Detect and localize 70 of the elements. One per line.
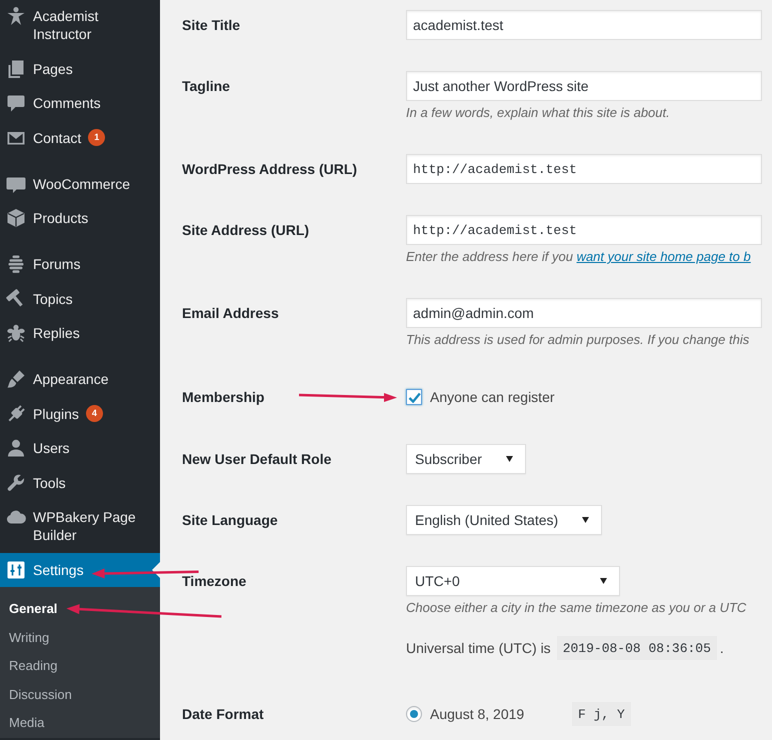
field-label: Site Language <box>182 511 278 530</box>
field-description: In a few words, explain what this site is about. <box>406 104 671 122</box>
format-code: F j, Y <box>572 702 631 726</box>
menu-item[interactable]: Users <box>0 431 160 466</box>
radio-label: August 8, 2019 <box>430 704 526 724</box>
field-label: Timezone <box>182 572 246 591</box>
count-badge: 4 <box>86 405 103 422</box>
count-badge: 1 <box>88 129 106 146</box>
submenu-item[interactable]: General <box>0 595 160 624</box>
field-description: This address is used for admin purposes. If you change this <box>406 331 750 349</box>
submenu-item[interactable]: Discussion <box>0 680 160 709</box>
figure-icon <box>6 6 26 26</box>
settings-icon <box>6 560 26 580</box>
radio-button[interactable] <box>406 706 422 722</box>
brush-icon <box>6 369 26 390</box>
menu-item[interactable]: Comments <box>0 86 160 120</box>
menu-item[interactable]: WooCommerce <box>0 166 160 201</box>
dropdown-caret-icon <box>506 456 513 462</box>
menu-item[interactable]: Topics <box>0 282 160 316</box>
plug-icon <box>6 404 26 424</box>
bug-icon <box>6 323 26 344</box>
dropdown[interactable]: English (United States) <box>406 505 602 535</box>
field-label: Date Format <box>182 705 264 724</box>
dropdown[interactable]: UTC+0 <box>406 566 620 596</box>
pages-icon <box>6 58 26 79</box>
submenu-item[interactable]: Reading <box>0 652 160 680</box>
field-description: Choose either a city in the same timezone as you or a UTC <box>406 599 748 617</box>
checkmark-icon <box>408 392 420 402</box>
checkbox[interactable] <box>406 389 422 405</box>
hive-icon <box>6 254 26 274</box>
menu-item[interactable]: Replies <box>0 316 160 350</box>
menu-item[interactable]: Tools <box>0 466 160 500</box>
menu-item[interactable]: Products <box>0 201 160 236</box>
menu-item[interactable]: Forums <box>0 247 160 282</box>
checkbox-label: Anyone can register <box>430 388 555 407</box>
field-label: Email Address <box>182 304 279 323</box>
user-icon <box>6 438 26 458</box>
field-label: Site Address (URL) <box>182 221 310 240</box>
menu-item[interactable]: Plugins 4 <box>0 396 160 431</box>
field-label: WordPress Address (URL) <box>182 160 358 179</box>
sentence-period: . <box>720 639 724 658</box>
url-field[interactable]: http://academist.test <box>406 215 762 245</box>
radio-dot-icon <box>410 710 418 718</box>
comment-icon <box>6 93 26 114</box>
text-field[interactable]: academist.test <box>406 10 762 40</box>
menu-pointer-icon <box>152 562 160 578</box>
menu-item[interactable]: Appearance <box>0 362 160 396</box>
dropdown[interactable]: Subscriber <box>406 444 526 474</box>
submenu-item[interactable]: Writing <box>0 624 160 652</box>
dropdown-caret-icon <box>600 578 607 584</box>
field-label: Tagline <box>182 77 230 96</box>
url-field[interactable]: http://academist.test <box>406 154 762 184</box>
menu-item[interactable]: Pages <box>0 52 160 86</box>
utc-time-label: Universal time (UTC) is <box>406 639 551 658</box>
wrench-icon <box>6 472 26 493</box>
cube-icon <box>6 208 26 228</box>
menu-item[interactable]: Settings <box>0 552 160 587</box>
submenu-item[interactable]: Media <box>0 709 160 738</box>
field-label: New User Default Role <box>182 450 332 469</box>
menu-item[interactable]: Academist Instructor <box>0 0 160 52</box>
field-description: Enter the address here if you want your site home page to b <box>406 248 752 266</box>
utc-time-value: 2019-08-08 08:36:05 <box>556 636 717 660</box>
text-field[interactable]: Just another WordPress site <box>406 71 762 101</box>
email-field[interactable]: admin@admin.com <box>406 298 762 328</box>
menu-item[interactable]: WPBakery Page Builder <box>0 500 160 552</box>
help-link[interactable]: want your site home page to b <box>576 249 751 264</box>
field-label: Site Title <box>182 16 240 35</box>
menu-item[interactable]: Contact 1 <box>0 120 160 155</box>
field-label: Membership <box>182 388 264 407</box>
dropdown-caret-icon <box>582 517 590 523</box>
